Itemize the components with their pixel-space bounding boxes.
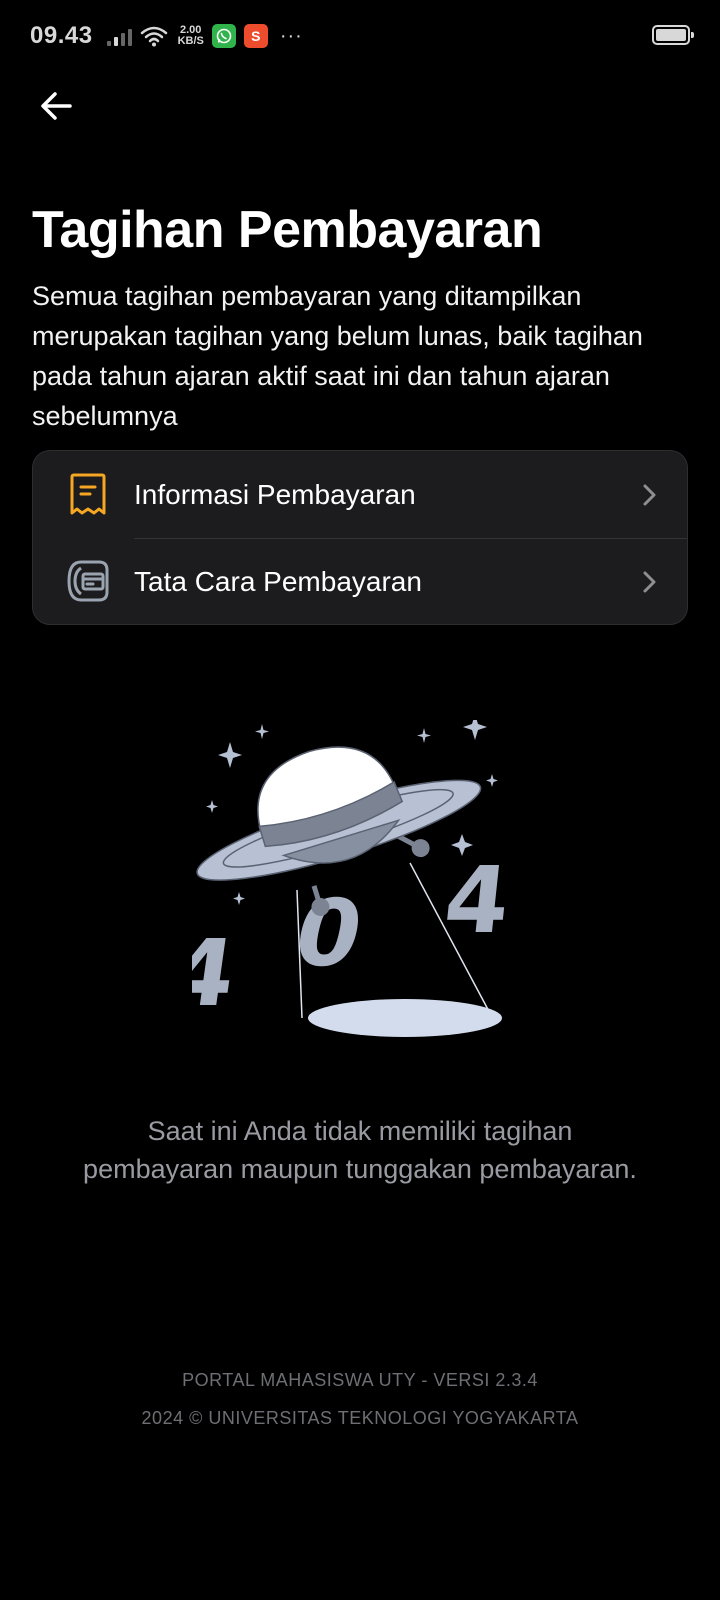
- shopee-glyph: S: [251, 28, 261, 44]
- digit-0: 0: [285, 880, 372, 987]
- receipt-icon: [65, 471, 111, 517]
- back-button[interactable]: [32, 82, 80, 130]
- status-time: 09.43: [30, 22, 93, 49]
- menu-item-payment-information[interactable]: Informasi Pembayaran: [33, 451, 687, 538]
- payment-bills-screen: 09.43 2.00 KB/S S ··· Tagihan Pembayaran…: [0, 0, 720, 1600]
- menu-item-label: Tata Cara Pembayaran: [134, 565, 422, 597]
- footer-copyright: 2024 © UNIVERSITAS TEKNOLOGI YOGYAKARTA: [141, 1408, 579, 1428]
- digit-4-left: 4: [192, 919, 242, 1026]
- ufo-404-illustration: 4 0 4: [192, 720, 515, 1037]
- payment-menu-card: Informasi Pembayaran Tata Cara Pembayara…: [32, 450, 688, 625]
- status-left: 09.43 2.00 KB/S S ···: [30, 22, 303, 50]
- battery-icon: [652, 25, 694, 45]
- network-speed-unit: KB/S: [177, 35, 204, 47]
- empty-state-message: Saat ini Anda tidak memiliki tagihan pem…: [83, 1116, 637, 1184]
- more-notifications-icon: ···: [279, 24, 303, 47]
- digit-4-right: 4: [439, 846, 514, 954]
- menu-item-payment-procedure[interactable]: Tata Cara Pembayaran: [33, 538, 687, 624]
- whatsapp-icon: [211, 24, 236, 48]
- page-title: Tagihan Pembayaran: [32, 201, 543, 259]
- page-description: Semua tagihan pembayaran yang ditampilka…: [32, 281, 643, 431]
- wifi-icon: [140, 26, 167, 47]
- signal-icon: [106, 26, 132, 46]
- status-bar: 09.43 2.00 KB/S S ···: [0, 0, 720, 72]
- chevron-right-icon: [643, 484, 656, 506]
- chevron-right-icon: [643, 571, 656, 593]
- shopee-icon: S: [243, 24, 268, 48]
- menu-item-label: Informasi Pembayaran: [134, 478, 416, 510]
- payment-card-icon: [65, 558, 111, 604]
- network-speed: 2.00 KB/S: [178, 25, 204, 47]
- arrow-left-icon: [41, 92, 72, 120]
- footer-version: PORTAL MAHASISWA UTY - VERSI 2.3.4: [182, 1370, 538, 1390]
